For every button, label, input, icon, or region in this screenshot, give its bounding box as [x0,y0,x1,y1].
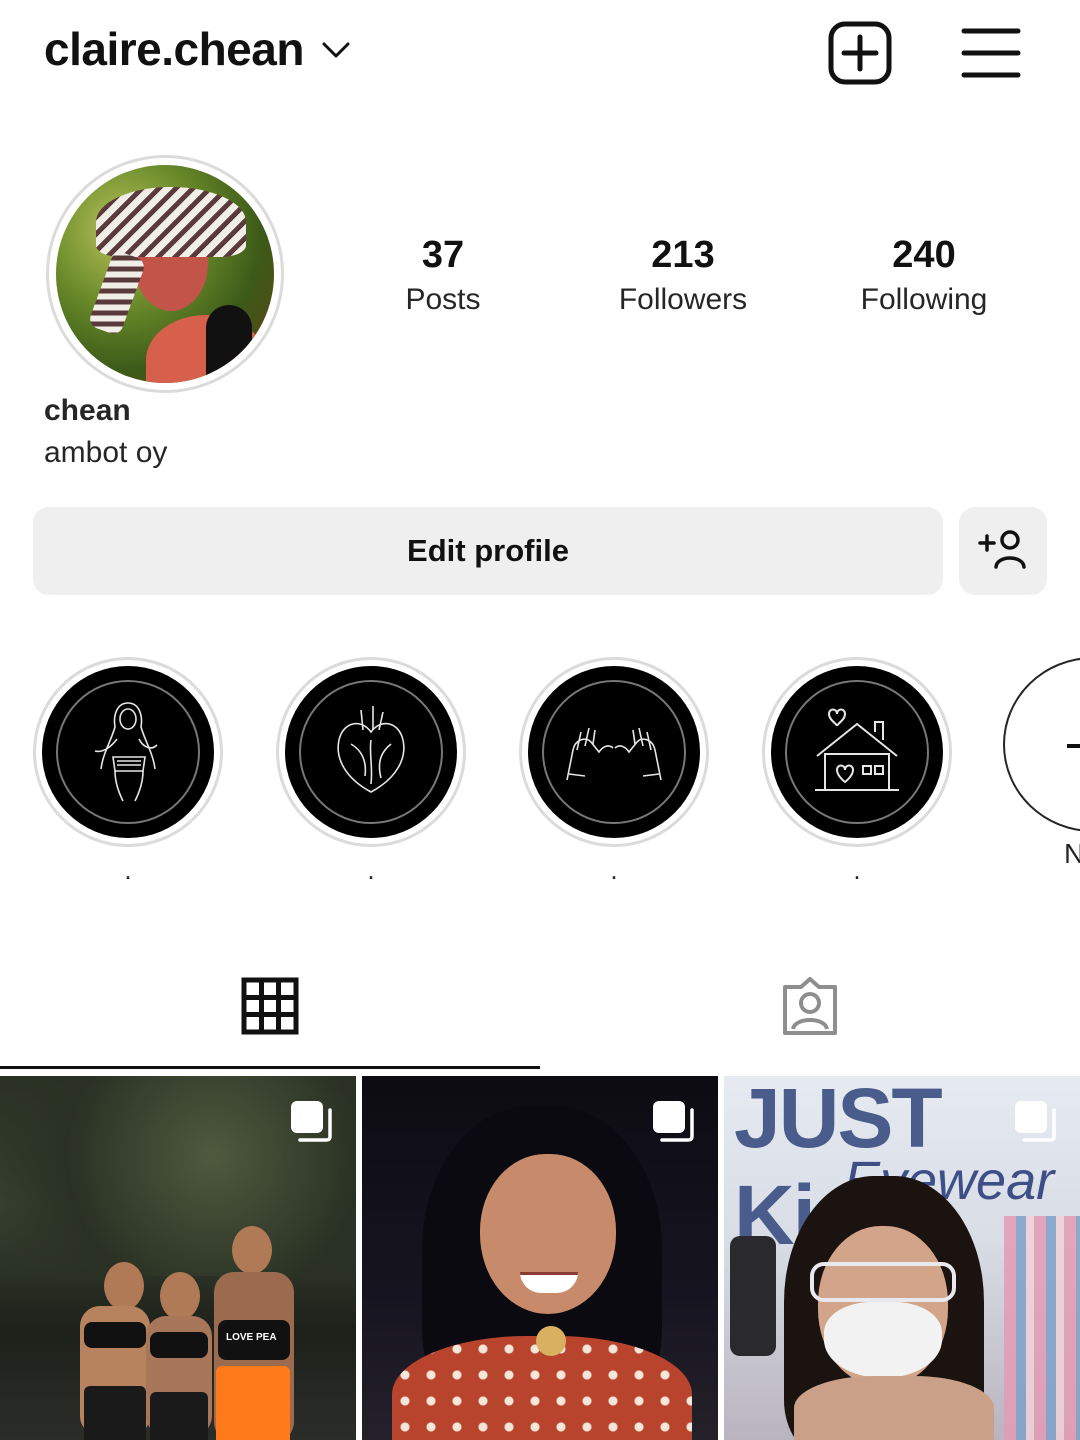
following-count-value: 240 [892,234,956,276]
discover-people-button[interactable] [959,507,1047,595]
highlight-label: . [367,855,375,885]
username: claire.chean [44,23,304,75]
plus-square-icon [828,21,892,90]
account-switcher[interactable]: claire.chean [44,22,350,76]
new-post-button[interactable] [827,21,893,90]
active-tab-indicator [0,1066,540,1069]
tab-tagged[interactable] [540,948,1080,1068]
story-highlight[interactable]: . [762,657,952,885]
shirt-text: LOVE PEA [226,1332,277,1343]
following-count-label: Following [860,283,988,316]
multiple-posts-icon [288,1098,334,1149]
grid-post[interactable]: LOVE PEA [0,1076,356,1440]
anatomical-heart-icon [321,700,421,805]
grid-post[interactable] [362,1076,718,1440]
story-highlight[interactable]: . [33,657,223,885]
story-highlight[interactable]: . [276,657,466,885]
woman-sketch-icon [73,695,183,810]
avatar[interactable] [46,155,284,393]
posts-count[interactable]: 37 Posts [333,232,553,322]
profile-page: claire.chean 37 Posts 213 Followers 240 … [0,0,1080,1440]
bio-text: ambot oy [44,436,168,469]
grid-icon [241,977,299,1040]
avatar-image [56,165,274,383]
display-name: chean [44,394,131,427]
tagged-person-icon [779,975,841,1042]
plus-icon [1065,711,1080,780]
highlight-label: . [124,855,132,885]
highlight-label: . [853,855,861,885]
add-person-icon [978,529,1028,574]
multiple-posts-icon [1012,1098,1058,1149]
following-count[interactable]: 240 Following [814,232,1034,322]
followers-count-label: Followers [618,283,748,316]
posts-count-label: Posts [405,283,481,316]
new-highlight-label: N [1064,838,1080,869]
new-highlight-button[interactable] [1003,657,1080,832]
grid-post[interactable]: JUST Kid Eyewear [724,1076,1080,1440]
house-heart-icon [807,702,907,803]
hamburger-menu-icon [961,25,1021,86]
top-bar: claire.chean [0,0,1080,110]
highlight-label: . [610,855,618,885]
edit-profile-button[interactable]: Edit profile [33,507,943,595]
multiple-posts-icon [650,1098,696,1149]
pinky-promise-icon [559,710,669,795]
story-highlight[interactable]: . [519,657,709,885]
posts-count-value: 37 [421,234,465,276]
followers-count[interactable]: 213 Followers [573,232,793,322]
menu-button[interactable] [958,22,1024,88]
chevron-down-icon [322,41,350,64]
tab-posts-grid[interactable] [0,948,540,1068]
followers-count-value: 213 [651,234,715,276]
